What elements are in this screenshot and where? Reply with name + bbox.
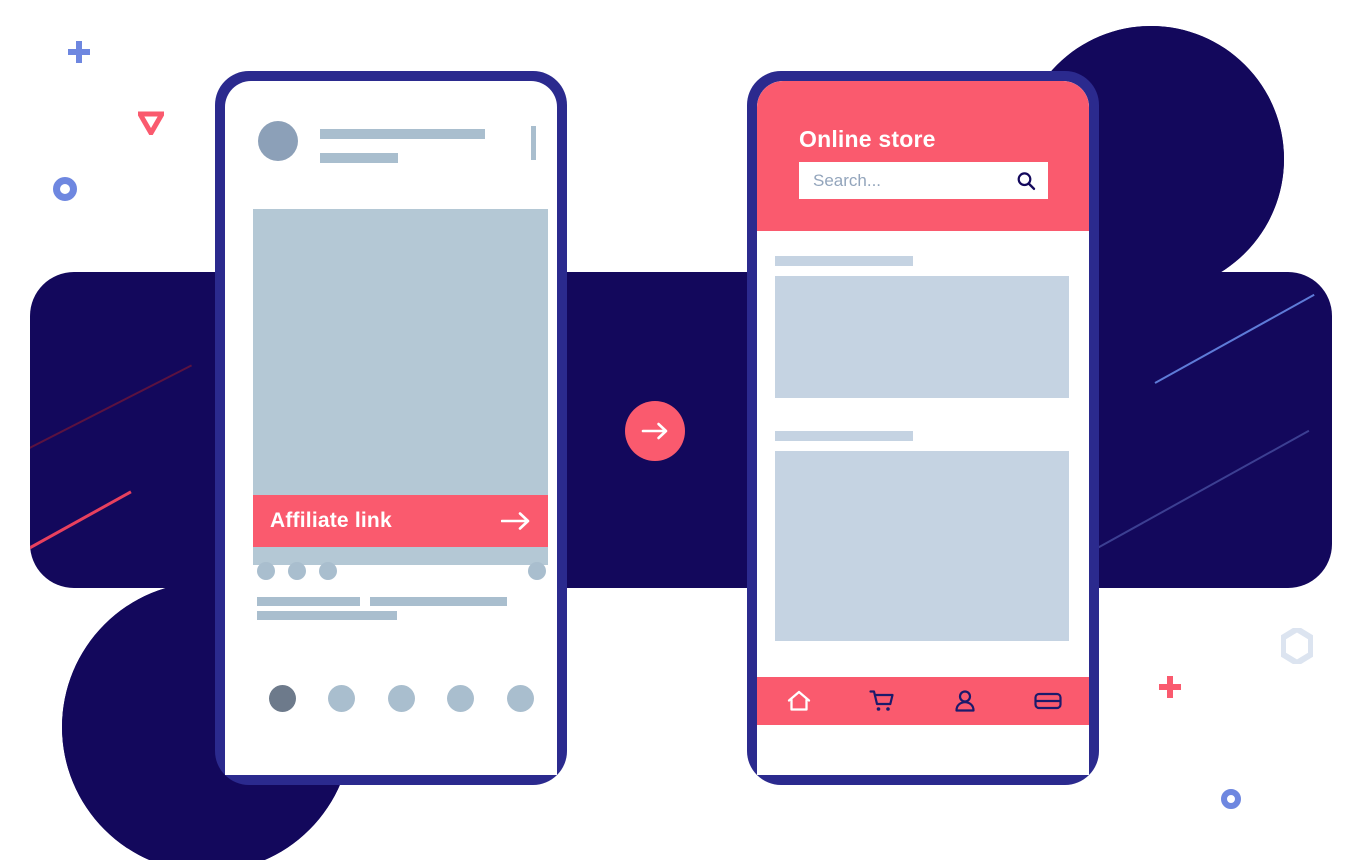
flow-arrow-button[interactable] [625, 401, 685, 461]
social-post-screen: Affiliate link [225, 81, 557, 775]
diagonal-blue-faint [1091, 429, 1310, 552]
product-caption-placeholder [775, 431, 913, 441]
cart-icon [868, 690, 894, 711]
user-icon [954, 690, 975, 712]
product-image-placeholder[interactable] [775, 276, 1069, 398]
social-post-phone: Affiliate link [215, 71, 567, 785]
comment-dot[interactable] [288, 562, 306, 580]
like-dot[interactable] [257, 562, 275, 580]
tab-cart[interactable] [840, 689, 923, 713]
ring-blue-bottom-right [1221, 789, 1241, 809]
product-caption-placeholder [775, 256, 913, 266]
search-icon[interactable] [1016, 171, 1036, 191]
nav-dot-profile[interactable] [507, 685, 534, 712]
search-input[interactable]: Search... [799, 162, 1048, 199]
diagonal-coral [30, 490, 132, 567]
store-tabbar [757, 677, 1089, 725]
plus-blue-top-left [68, 41, 90, 63]
post-subtitle-placeholder [320, 153, 398, 163]
ring-blue-left [53, 177, 77, 201]
tab-payment[interactable] [1006, 691, 1089, 711]
diagonal-maroon [30, 364, 193, 464]
search-placeholder: Search... [813, 170, 882, 190]
plus-coral-right [1159, 676, 1181, 698]
home-icon [787, 690, 810, 711]
triangle-coral-outline [138, 111, 164, 135]
arrow-right-icon [501, 512, 530, 530]
nav-dot-add[interactable] [388, 685, 415, 712]
more-options-icon[interactable] [531, 126, 536, 160]
arrow-right-icon [641, 422, 668, 440]
product-image-placeholder[interactable] [775, 451, 1069, 641]
store-header: Online store Search... [757, 81, 1089, 231]
post-author-placeholder [320, 129, 485, 139]
save-dot[interactable] [528, 562, 546, 580]
online-store-phone: Online store Search... [747, 71, 1099, 785]
affiliate-link-cta[interactable]: Affiliate link [253, 495, 548, 547]
share-dot[interactable] [319, 562, 337, 580]
affiliate-link-label: Affiliate link [270, 509, 392, 532]
tab-account[interactable] [923, 689, 1006, 713]
nav-dot-activity[interactable] [447, 685, 474, 712]
nav-dot-search[interactable] [328, 685, 355, 712]
nav-dot-home[interactable] [269, 685, 296, 712]
caption-line [257, 611, 397, 620]
post-header [225, 81, 557, 171]
credit-card-icon [1033, 692, 1062, 710]
illustration-canvas: Affiliate link Online store Search... [0, 0, 1360, 860]
caption-line [257, 597, 360, 606]
online-store-screen: Online store Search... [757, 81, 1089, 775]
hexagon-grey-right [1281, 628, 1313, 664]
caption-line [370, 597, 507, 606]
store-title: Online store [799, 126, 936, 152]
diagonal-blue-bright [1154, 293, 1315, 384]
avatar[interactable] [258, 121, 298, 161]
tab-home[interactable] [757, 689, 840, 713]
